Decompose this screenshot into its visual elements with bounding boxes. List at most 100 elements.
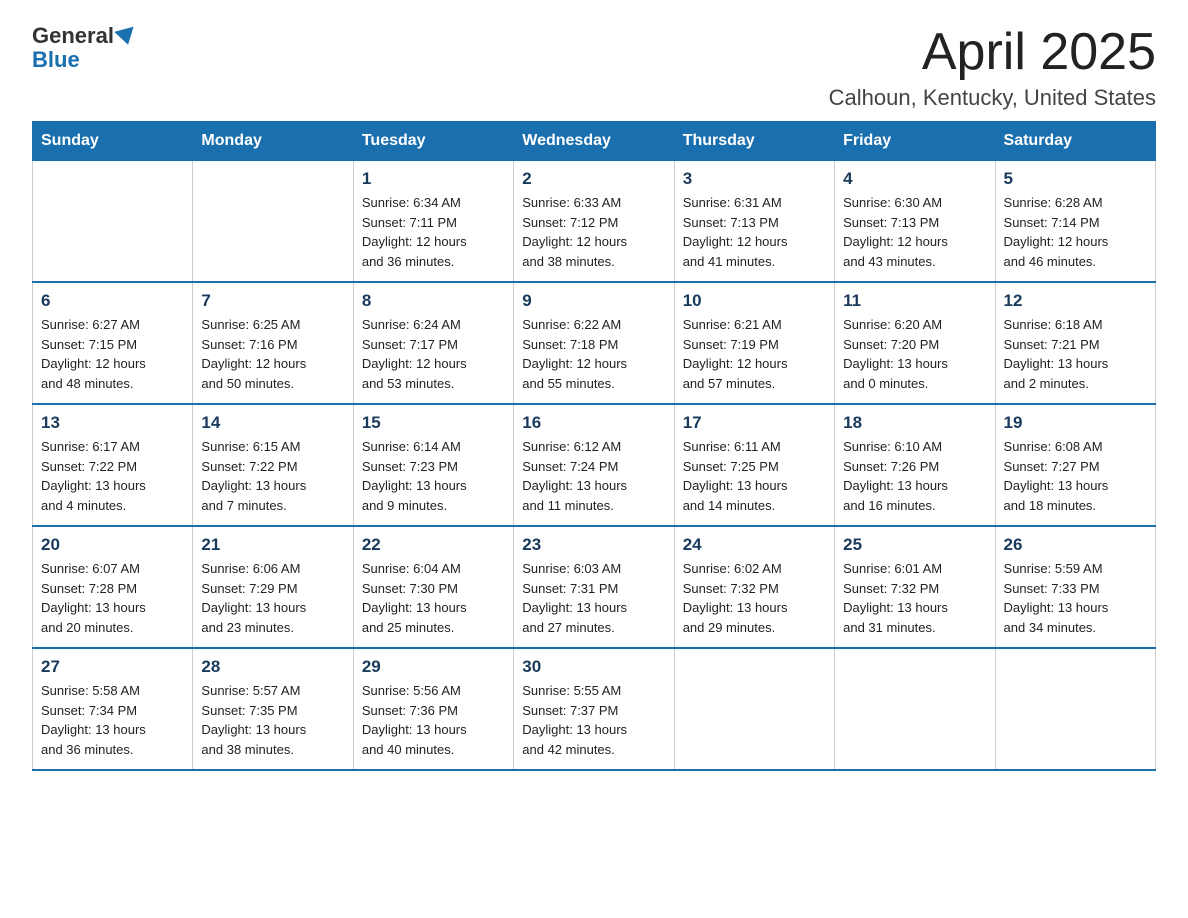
day-number: 6 [41, 291, 184, 311]
calendar-cell [193, 161, 353, 283]
day-info: Sunrise: 6:21 AM Sunset: 7:19 PM Dayligh… [683, 315, 826, 393]
day-info: Sunrise: 6:25 AM Sunset: 7:16 PM Dayligh… [201, 315, 344, 393]
day-number: 27 [41, 657, 184, 677]
title-block: April 2025 Calhoun, Kentucky, United Sta… [829, 24, 1156, 111]
day-number: 14 [201, 413, 344, 433]
day-info: Sunrise: 5:55 AM Sunset: 7:37 PM Dayligh… [522, 681, 665, 759]
calendar-cell: 26Sunrise: 5:59 AM Sunset: 7:33 PM Dayli… [995, 526, 1155, 648]
weekday-header-tuesday: Tuesday [353, 122, 513, 161]
day-info: Sunrise: 5:59 AM Sunset: 7:33 PM Dayligh… [1004, 559, 1147, 637]
calendar-cell: 25Sunrise: 6:01 AM Sunset: 7:32 PM Dayli… [835, 526, 995, 648]
day-info: Sunrise: 6:15 AM Sunset: 7:22 PM Dayligh… [201, 437, 344, 515]
day-number: 25 [843, 535, 986, 555]
calendar-cell: 6Sunrise: 6:27 AM Sunset: 7:15 PM Daylig… [33, 282, 193, 404]
calendar-cell: 5 Sunrise: 6:28 AM Sunset: 7:14 PM Daylig… [995, 161, 1155, 283]
day-info: Sunrise: 6:34 AM Sunset: 7:11 PM Dayligh… [362, 193, 505, 271]
day-number: 24 [683, 535, 826, 555]
calendar-week-row: 13 Sunrise: 6:17 AM Sunset: 7:22 PM Dayli… [33, 404, 1156, 526]
subtitle: Calhoun, Kentucky, United States [829, 85, 1156, 111]
day-info: Sunrise: 6:20 AM Sunset: 7:20 PM Dayligh… [843, 315, 986, 393]
weekday-header-sunday: Sunday [33, 122, 193, 161]
day-info: Sunrise: 5:58 AM Sunset: 7:34 PM Dayligh… [41, 681, 184, 759]
calendar-cell: 14 Sunrise: 6:15 AM Sunset: 7:22 PM Dayli… [193, 404, 353, 526]
calendar-cell: 24 Sunrise: 6:02 AM Sunset: 7:32 PM Dayli… [674, 526, 834, 648]
day-number: 13 [41, 413, 184, 433]
calendar-week-row: 27 Sunrise: 5:58 AM Sunset: 7:34 PM Dayli… [33, 648, 1156, 770]
calendar-cell: 28Sunrise: 5:57 AM Sunset: 7:35 PM Dayli… [193, 648, 353, 770]
day-info: Sunrise: 6:02 AM Sunset: 7:32 PM Dayligh… [683, 559, 826, 637]
logo-triangle-icon [114, 27, 137, 48]
day-number: 11 [843, 291, 986, 311]
day-info: Sunrise: 6:06 AM Sunset: 7:29 PM Dayligh… [201, 559, 344, 637]
weekday-header-row: SundayMondayTuesdayWednesdayThursdayFrid… [33, 122, 1156, 161]
day-number: 2 [522, 169, 665, 189]
day-info: Sunrise: 6:22 AM Sunset: 7:18 PM Dayligh… [522, 315, 665, 393]
calendar-cell: 20Sunrise: 6:07 AM Sunset: 7:28 PM Dayli… [33, 526, 193, 648]
calendar-cell: 12 Sunrise: 6:18 AM Sunset: 7:21 PM Dayli… [995, 282, 1155, 404]
weekday-header-wednesday: Wednesday [514, 122, 674, 161]
day-info: Sunrise: 6:11 AM Sunset: 7:25 PM Dayligh… [683, 437, 826, 515]
day-info: Sunrise: 6:04 AM Sunset: 7:30 PM Dayligh… [362, 559, 505, 637]
day-info: Sunrise: 6:03 AM Sunset: 7:31 PM Dayligh… [522, 559, 665, 637]
main-title: April 2025 [829, 24, 1156, 81]
calendar-cell: 3 Sunrise: 6:31 AM Sunset: 7:13 PM Daylig… [674, 161, 834, 283]
logo: General Blue [32, 24, 136, 72]
calendar-cell [674, 648, 834, 770]
calendar-cell: 22 Sunrise: 6:04 AM Sunset: 7:30 PM Dayli… [353, 526, 513, 648]
calendar-cell: 11 Sunrise: 6:20 AM Sunset: 7:20 PM Dayli… [835, 282, 995, 404]
day-number: 30 [522, 657, 665, 677]
day-info: Sunrise: 6:12 AM Sunset: 7:24 PM Dayligh… [522, 437, 665, 515]
calendar-week-row: 6Sunrise: 6:27 AM Sunset: 7:15 PM Daylig… [33, 282, 1156, 404]
day-info: Sunrise: 6:24 AM Sunset: 7:17 PM Dayligh… [362, 315, 505, 393]
calendar-cell: 16Sunrise: 6:12 AM Sunset: 7:24 PM Dayli… [514, 404, 674, 526]
calendar-cell: 7 Sunrise: 6:25 AM Sunset: 7:16 PM Daylig… [193, 282, 353, 404]
day-number: 1 [362, 169, 505, 189]
day-number: 21 [201, 535, 344, 555]
day-number: 19 [1004, 413, 1147, 433]
day-info: Sunrise: 5:56 AM Sunset: 7:36 PM Dayligh… [362, 681, 505, 759]
day-info: Sunrise: 5:57 AM Sunset: 7:35 PM Dayligh… [201, 681, 344, 759]
day-info: Sunrise: 6:18 AM Sunset: 7:21 PM Dayligh… [1004, 315, 1147, 393]
day-info: Sunrise: 6:33 AM Sunset: 7:12 PM Dayligh… [522, 193, 665, 271]
day-number: 22 [362, 535, 505, 555]
day-number: 15 [362, 413, 505, 433]
day-number: 3 [683, 169, 826, 189]
weekday-header-thursday: Thursday [674, 122, 834, 161]
calendar-cell: 17 Sunrise: 6:11 AM Sunset: 7:25 PM Dayli… [674, 404, 834, 526]
calendar-cell: 4 Sunrise: 6:30 AM Sunset: 7:13 PM Daylig… [835, 161, 995, 283]
day-info: Sunrise: 6:17 AM Sunset: 7:22 PM Dayligh… [41, 437, 184, 515]
day-info: Sunrise: 6:14 AM Sunset: 7:23 PM Dayligh… [362, 437, 505, 515]
day-number: 29 [362, 657, 505, 677]
day-info: Sunrise: 6:30 AM Sunset: 7:13 PM Dayligh… [843, 193, 986, 271]
day-info: Sunrise: 6:31 AM Sunset: 7:13 PM Dayligh… [683, 193, 826, 271]
day-number: 12 [1004, 291, 1147, 311]
calendar-table: SundayMondayTuesdayWednesdayThursdayFrid… [32, 121, 1156, 771]
weekday-header-friday: Friday [835, 122, 995, 161]
day-number: 4 [843, 169, 986, 189]
day-number: 8 [362, 291, 505, 311]
day-number: 5 [1004, 169, 1147, 189]
weekday-header-saturday: Saturday [995, 122, 1155, 161]
calendar-cell: 1 Sunrise: 6:34 AM Sunset: 7:11 PM Daylig… [353, 161, 513, 283]
day-info: Sunrise: 6:07 AM Sunset: 7:28 PM Dayligh… [41, 559, 184, 637]
calendar-cell: 13 Sunrise: 6:17 AM Sunset: 7:22 PM Dayli… [33, 404, 193, 526]
calendar-cell: 18Sunrise: 6:10 AM Sunset: 7:26 PM Dayli… [835, 404, 995, 526]
logo-general: General [32, 24, 114, 48]
day-info: Sunrise: 6:08 AM Sunset: 7:27 PM Dayligh… [1004, 437, 1147, 515]
calendar-cell: 21 Sunrise: 6:06 AM Sunset: 7:29 PM Dayli… [193, 526, 353, 648]
calendar-cell [995, 648, 1155, 770]
calendar-cell: 29 Sunrise: 5:56 AM Sunset: 7:36 PM Dayli… [353, 648, 513, 770]
calendar-cell: 15 Sunrise: 6:14 AM Sunset: 7:23 PM Dayli… [353, 404, 513, 526]
weekday-header-monday: Monday [193, 122, 353, 161]
day-info: Sunrise: 6:28 AM Sunset: 7:14 PM Dayligh… [1004, 193, 1147, 271]
day-number: 7 [201, 291, 344, 311]
day-number: 10 [683, 291, 826, 311]
day-number: 18 [843, 413, 986, 433]
calendar-cell: 2 Sunrise: 6:33 AM Sunset: 7:12 PM Daylig… [514, 161, 674, 283]
calendar-cell: 10 Sunrise: 6:21 AM Sunset: 7:19 PM Dayli… [674, 282, 834, 404]
calendar-cell: 8 Sunrise: 6:24 AM Sunset: 7:17 PM Daylig… [353, 282, 513, 404]
calendar-week-row: 20Sunrise: 6:07 AM Sunset: 7:28 PM Dayli… [33, 526, 1156, 648]
calendar-cell: 27 Sunrise: 5:58 AM Sunset: 7:34 PM Dayli… [33, 648, 193, 770]
calendar-cell: 23Sunrise: 6:03 AM Sunset: 7:31 PM Dayli… [514, 526, 674, 648]
day-number: 17 [683, 413, 826, 433]
